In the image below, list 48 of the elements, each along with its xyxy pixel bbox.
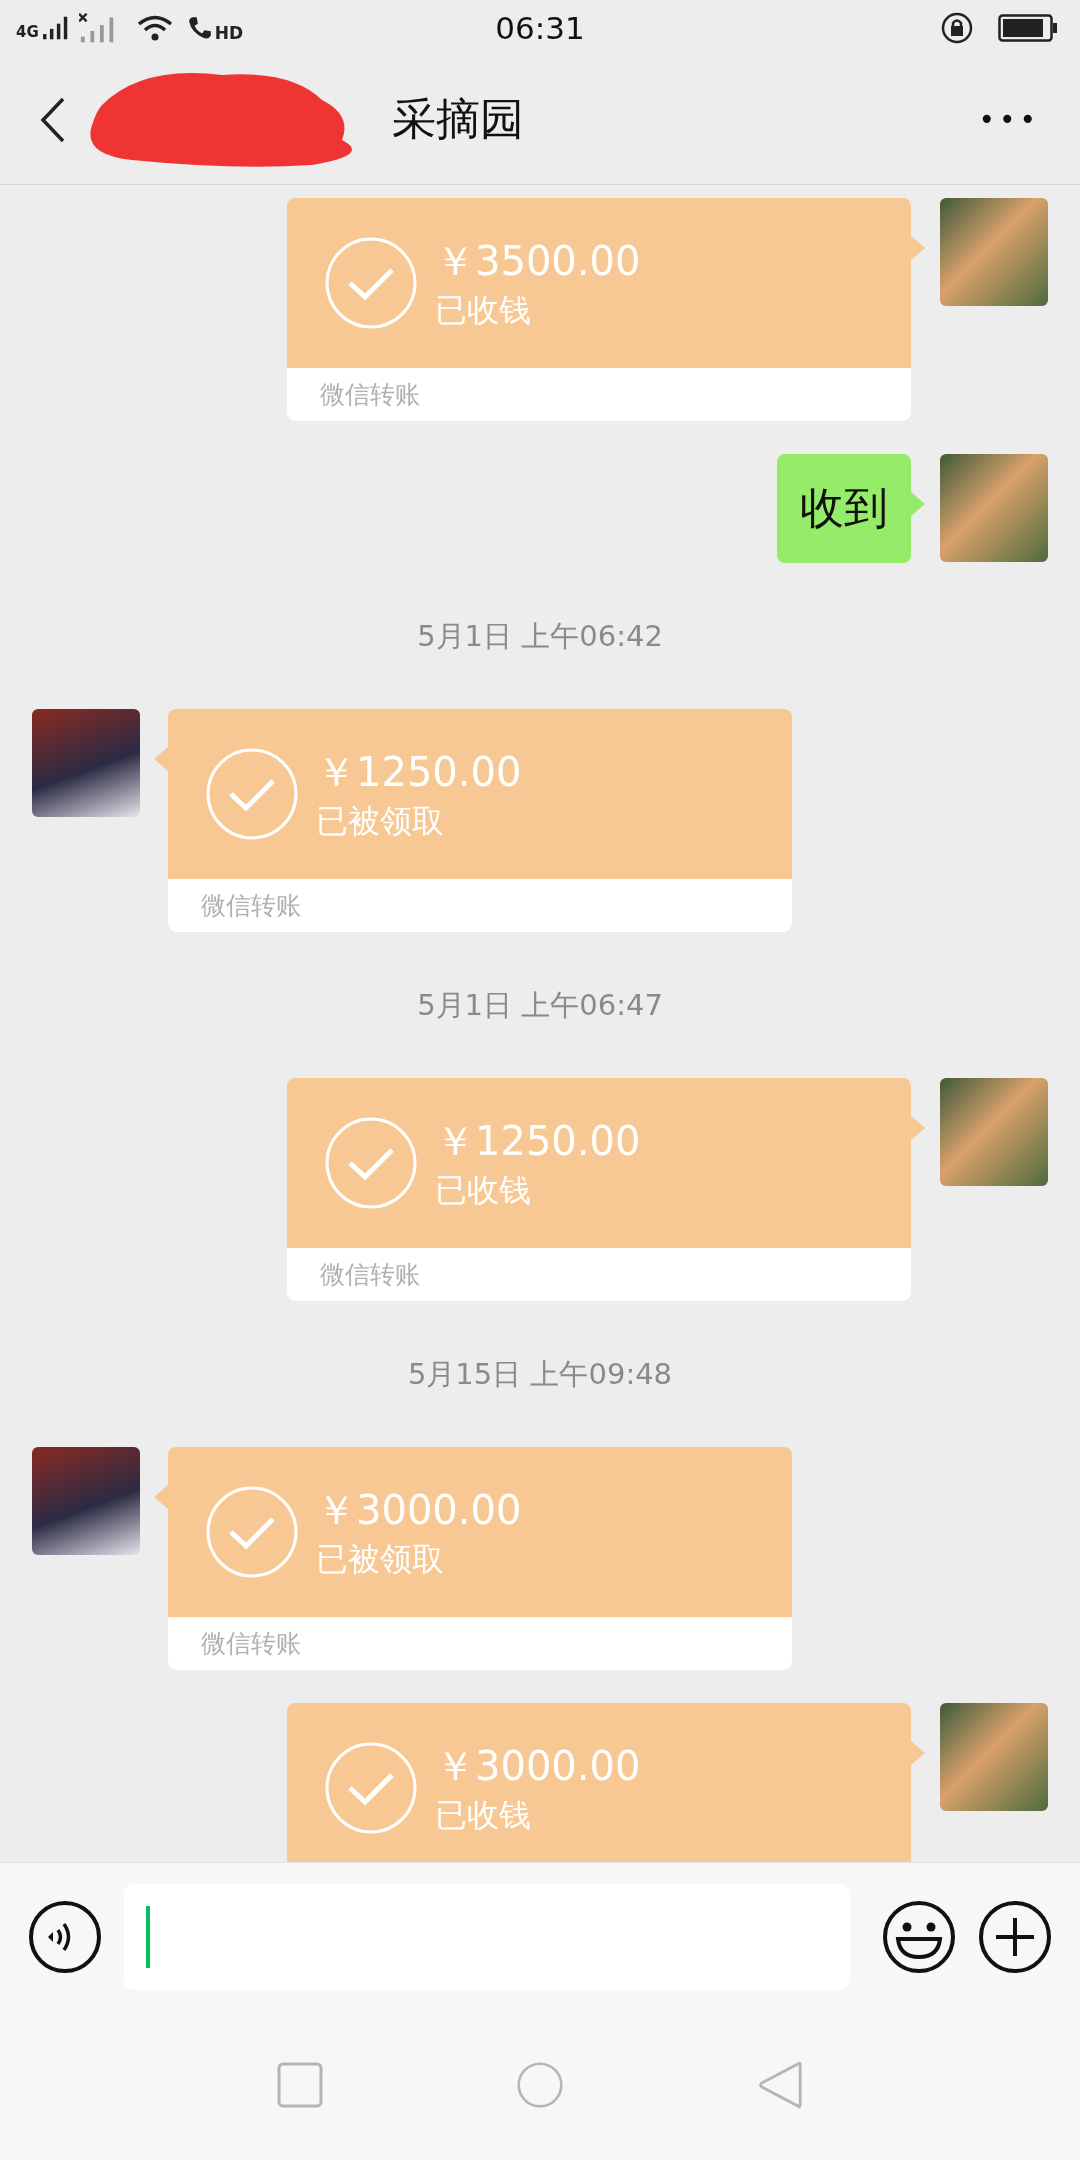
check-circle-icon <box>206 1486 298 1578</box>
transfer-status: 已被领取 <box>316 801 445 842</box>
transfer-card[interactable]: ￥3500.00 已收钱 微信转账 <box>287 198 911 421</box>
message-timestamp: 5月15日 上午09:48 <box>407 1356 673 1393</box>
back-icon[interactable] <box>40 96 66 143</box>
transfer-status: 已收钱 <box>435 290 532 331</box>
transfer-label: 微信转账 <box>320 1259 420 1291</box>
transfer-card[interactable]: ￥3000.00 已被领取 微信转账 <box>168 1447 792 1670</box>
chat-title: 采摘园 <box>392 92 524 146</box>
transfer-label: 微信转账 <box>320 379 420 411</box>
transfer-amount: ￥3000.00 <box>316 1486 522 1535</box>
status-time: 06:31 <box>494 9 586 46</box>
wifi-icon <box>136 14 173 41</box>
rotation-lock-icon <box>940 10 974 45</box>
transfer-status: 已被领取 <box>316 1539 445 1580</box>
more-menu-button[interactable]: ••• <box>978 103 1040 136</box>
transfer-card[interactable]: ￥1250.00 已被领取 微信转账 <box>168 709 792 932</box>
hd-label: HD <box>214 22 244 43</box>
transfer-amount: ￥1250.00 <box>435 1117 641 1166</box>
check-circle-icon <box>206 748 298 840</box>
transfer-card[interactable]: ￥3000.00 已收钱 <box>287 1703 911 1862</box>
phone-icon <box>186 14 213 41</box>
plus-icon[interactable] <box>978 1899 1052 1974</box>
transfer-label: 微信转账 <box>201 890 301 922</box>
message-timestamp: 5月1日 上午06:42 <box>417 618 663 655</box>
transfer-status: 已收钱 <box>435 1170 532 1211</box>
message-input-field[interactable] <box>124 1883 850 1990</box>
check-circle-icon <box>325 1117 417 1209</box>
transfer-amount: ￥1250.00 <box>316 748 522 797</box>
battery-icon <box>998 13 1058 42</box>
message-timestamp: 5月1日 上午06:47 <box>417 987 663 1024</box>
back-nav-icon[interactable] <box>757 2060 803 2110</box>
recent-apps-icon[interactable] <box>277 2060 323 2110</box>
check-circle-icon <box>325 1742 417 1834</box>
text-message-bubble: 收到 <box>777 454 911 563</box>
emoji-icon[interactable] <box>882 1899 956 1974</box>
avatar-photo[interactable] <box>32 1447 140 1555</box>
transfer-status: 已收钱 <box>435 1795 532 1836</box>
signal-icon <box>42 14 69 41</box>
network-label: 4G <box>16 22 39 41</box>
check-circle-icon <box>325 237 417 329</box>
home-icon[interactable] <box>517 2060 563 2110</box>
transfer-amount: ￥3000.00 <box>435 1742 641 1791</box>
voice-input-icon[interactable] <box>28 1899 102 1974</box>
transfer-amount: ￥3500.00 <box>435 237 641 286</box>
transfer-card[interactable]: ￥1250.00 已收钱 微信转账 <box>287 1078 911 1301</box>
transfer-label: 微信转账 <box>201 1628 301 1660</box>
avatar-photo[interactable] <box>32 709 140 817</box>
